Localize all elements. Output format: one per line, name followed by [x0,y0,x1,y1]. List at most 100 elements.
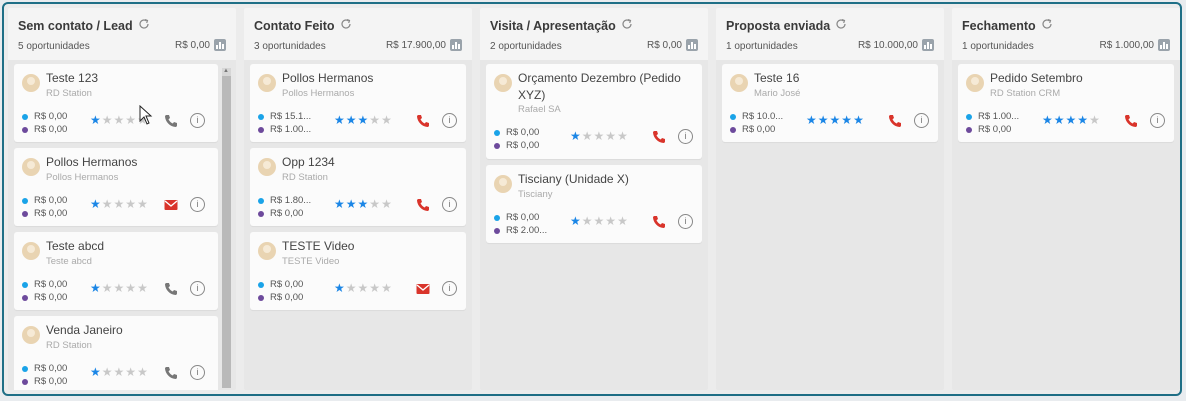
star-icon[interactable]: ★ [137,365,149,379]
star-icon[interactable]: ★ [369,113,381,127]
scroll-up-icon[interactable]: ▲ [223,68,229,74]
info-icon[interactable]: i [442,197,457,212]
star-icon[interactable]: ★ [346,281,358,295]
star-icon[interactable]: ★ [617,214,629,228]
star-icon[interactable]: ★ [582,129,594,143]
star-icon[interactable]: ★ [90,281,102,295]
star-icon[interactable]: ★ [102,365,114,379]
email-icon[interactable] [164,198,178,212]
opportunity-card[interactable]: Venda Janeiro RD Station R$ 0,00 R$ 0,00 ★★★… [14,316,218,390]
phone-icon[interactable] [164,366,178,380]
info-icon[interactable]: i [190,281,205,296]
star-icon[interactable]: ★ [381,197,393,211]
card-title[interactable]: Orçamento Dezembro (Pedido XYZ) [518,70,696,104]
opportunity-card[interactable]: Pollos Hermanos Pollos Hermanos R$ 15.1...… [250,64,466,142]
card-title[interactable]: TESTE Video [282,238,460,255]
card-title[interactable]: Venda Janeiro [46,322,212,339]
star-icon[interactable]: ★ [830,113,842,127]
star-icon[interactable]: ★ [125,281,137,295]
star-icon[interactable]: ★ [594,129,606,143]
phone-icon[interactable] [1124,114,1138,128]
star-icon[interactable]: ★ [125,197,137,211]
opportunity-card[interactable]: Teste abcd Teste abcd R$ 0,00 R$ 0,00 ★★★★★ i [14,232,218,310]
card-title[interactable]: Tisciany (Unidade X) [518,171,696,188]
phone-icon[interactable] [164,114,178,128]
star-icon[interactable]: ★ [617,129,629,143]
rating-stars[interactable]: ★★★★★ [334,113,393,127]
rating-stars[interactable]: ★★★★★ [90,281,149,295]
opportunity-card[interactable]: Teste 16 Mario José R$ 10.0... R$ 0,00 ★★★★★… [722,64,938,142]
email-icon[interactable] [416,282,430,296]
star-icon[interactable]: ★ [358,197,370,211]
star-icon[interactable]: ★ [358,113,370,127]
star-icon[interactable]: ★ [114,365,126,379]
phone-icon[interactable] [164,282,178,296]
info-icon[interactable]: i [678,129,693,144]
star-icon[interactable]: ★ [594,214,606,228]
info-icon[interactable]: i [190,365,205,380]
star-icon[interactable]: ★ [90,365,102,379]
refresh-icon[interactable] [1041,18,1053,33]
star-icon[interactable]: ★ [334,197,346,211]
rating-stars[interactable]: ★★★★★ [570,129,629,143]
star-icon[interactable]: ★ [114,113,126,127]
star-icon[interactable]: ★ [570,214,582,228]
chart-icon[interactable] [1158,39,1170,51]
refresh-icon[interactable] [835,18,847,33]
info-icon[interactable]: i [914,113,929,128]
opportunity-card[interactable]: Orçamento Dezembro (Pedido XYZ) Rafael SA… [486,64,702,159]
info-icon[interactable]: i [190,197,205,212]
star-icon[interactable]: ★ [369,197,381,211]
chart-icon[interactable] [922,39,934,51]
opportunity-card[interactable]: Pollos Hermanos Pollos Hermanos R$ 0,00 R$ … [14,148,218,226]
phone-icon[interactable] [652,215,666,229]
star-icon[interactable]: ★ [853,113,865,127]
chart-icon[interactable] [686,39,698,51]
rating-stars[interactable]: ★★★★★ [806,113,865,127]
star-icon[interactable]: ★ [125,113,137,127]
star-icon[interactable]: ★ [125,365,137,379]
star-icon[interactable]: ★ [334,281,346,295]
card-title[interactable]: Opp 1234 [282,154,460,171]
rating-stars[interactable]: ★★★★★ [570,214,629,228]
phone-icon[interactable] [888,114,902,128]
card-title[interactable]: Pollos Hermanos [282,70,460,87]
star-icon[interactable]: ★ [570,129,582,143]
info-icon[interactable]: i [190,113,205,128]
opportunity-card[interactable]: TESTE Video TESTE Video R$ 0,00 R$ 0,00 ★★★★… [250,232,466,310]
star-icon[interactable]: ★ [806,113,818,127]
star-icon[interactable]: ★ [102,113,114,127]
star-icon[interactable]: ★ [1066,113,1078,127]
refresh-icon[interactable] [621,18,633,33]
opportunity-card[interactable]: Pedido Setembro RD Station CRM R$ 1.00... R… [958,64,1174,142]
star-icon[interactable]: ★ [346,113,358,127]
card-title[interactable]: Pedido Setembro [990,70,1168,87]
card-title[interactable]: Teste 16 [754,70,932,87]
rating-stars[interactable]: ★★★★★ [90,197,149,211]
phone-icon[interactable] [652,130,666,144]
star-icon[interactable]: ★ [582,214,594,228]
opportunity-card[interactable]: Teste 123 RD Station R$ 0,00 R$ 0,00 ★★★★★ i [14,64,218,142]
star-icon[interactable]: ★ [358,281,370,295]
star-icon[interactable]: ★ [90,113,102,127]
phone-icon[interactable] [416,198,430,212]
opportunity-card[interactable]: Opp 1234 RD Station R$ 1.80... R$ 0,00 ★★★★★… [250,148,466,226]
star-icon[interactable]: ★ [137,281,149,295]
info-icon[interactable]: i [1150,113,1165,128]
star-icon[interactable]: ★ [369,281,381,295]
opportunity-card[interactable]: Tisciany (Unidade X) Tisciany R$ 0,00 R$ 2.… [486,165,702,243]
star-icon[interactable]: ★ [605,214,617,228]
info-icon[interactable]: i [442,281,457,296]
star-icon[interactable]: ★ [90,197,102,211]
star-icon[interactable]: ★ [137,197,149,211]
scroll-thumb[interactable] [222,76,231,388]
star-icon[interactable]: ★ [381,281,393,295]
chart-icon[interactable] [450,39,462,51]
star-icon[interactable]: ★ [114,281,126,295]
star-icon[interactable]: ★ [1042,113,1054,127]
star-icon[interactable]: ★ [841,113,853,127]
rating-stars[interactable]: ★★★★★ [334,197,393,211]
star-icon[interactable]: ★ [381,113,393,127]
refresh-icon[interactable] [340,18,352,33]
star-icon[interactable]: ★ [334,113,346,127]
